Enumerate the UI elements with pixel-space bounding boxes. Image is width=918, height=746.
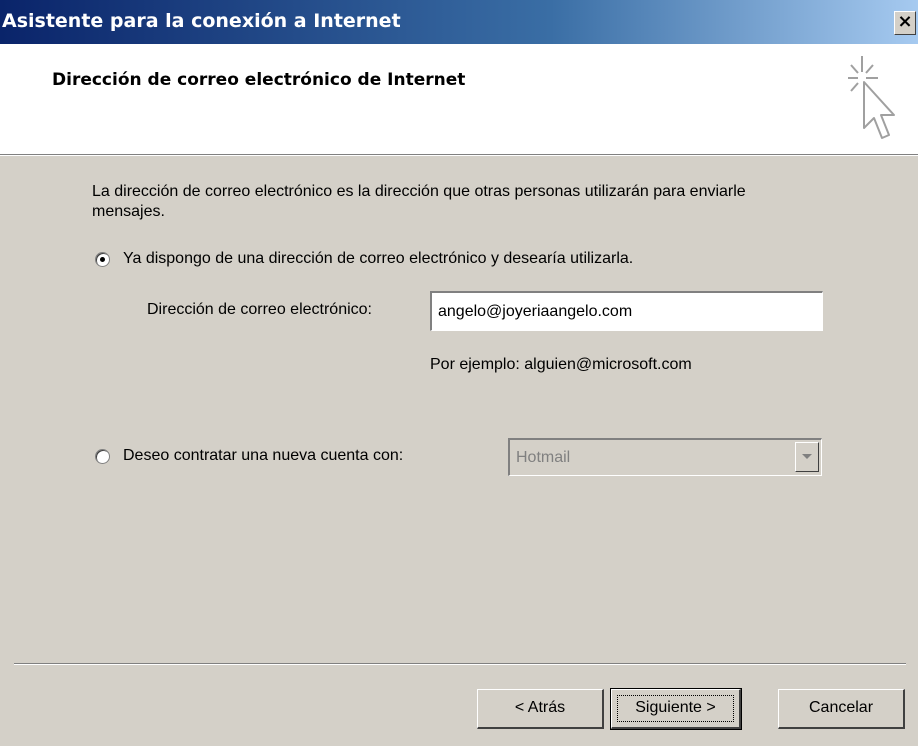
wizard-cursor-icon: [848, 56, 895, 139]
provider-select[interactable]: Hotmail: [508, 438, 822, 476]
provider-select-value: Hotmail: [516, 449, 571, 466]
email-field[interactable]: [430, 291, 823, 331]
radio-selected-dot: [100, 257, 105, 262]
wizard-header: Dirección de correo electrónico de Inter…: [0, 44, 918, 154]
close-icon: ×: [897, 11, 913, 32]
radio-existing-address-label[interactable]: Ya dispongo de una dirección de correo e…: [123, 250, 633, 268]
focus-rectangle: [617, 695, 734, 722]
chevron-down-icon: [802, 454, 812, 459]
wizard-dialog: Asistente para la conexión a Internet × …: [0, 0, 918, 746]
next-button[interactable]: Siguiente >: [610, 688, 742, 730]
close-button[interactable]: ×: [894, 11, 916, 35]
description-text: La dirección de correo electrónico es la…: [92, 183, 746, 220]
email-example-hint: Por ejemplo: alguien@microsoft.com: [430, 356, 692, 373]
title-bar[interactable]: Asistente para la conexión a Internet ×: [0, 0, 918, 44]
radio-new-account[interactable]: [95, 449, 110, 464]
email-field-label: Dirección de correo electrónico:: [147, 301, 372, 318]
radio-existing-address[interactable]: [95, 252, 110, 267]
footer-divider: [14, 663, 906, 665]
header-divider: [0, 154, 918, 156]
back-button[interactable]: < Atrás: [477, 689, 604, 729]
window-title: Asistente para la conexión a Internet: [2, 10, 401, 32]
provider-dropdown-button[interactable]: [795, 442, 819, 472]
cancel-button[interactable]: Cancelar: [778, 689, 905, 729]
radio-new-account-label[interactable]: Deseo contratar una nueva cuenta con:: [123, 447, 403, 465]
page-title: Dirección de correo electrónico de Inter…: [52, 70, 466, 90]
